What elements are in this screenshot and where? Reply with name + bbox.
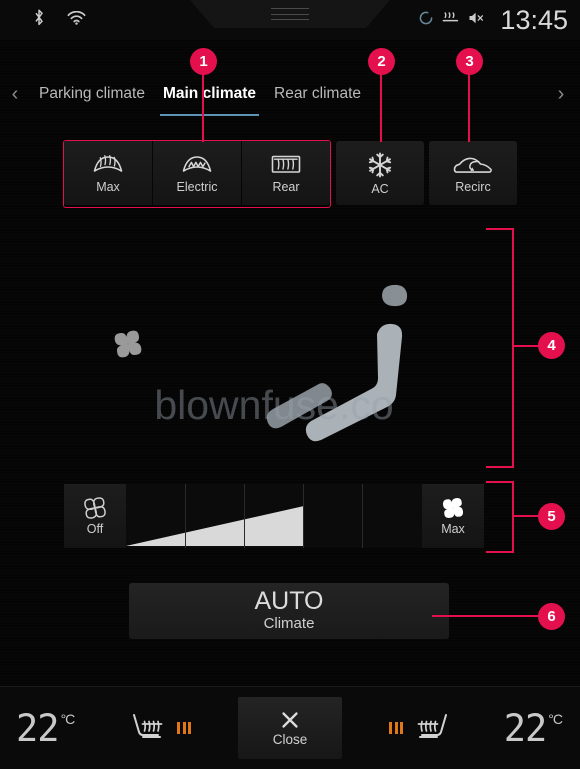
next-tab-arrow[interactable]: › bbox=[546, 84, 576, 104]
callout-3: 3 bbox=[456, 48, 483, 75]
driver-temperature-display[interactable]: 22 °C bbox=[16, 706, 76, 750]
callout-5-leader bbox=[512, 481, 514, 553]
button-label: AC bbox=[371, 181, 389, 196]
callout-5-leader bbox=[486, 551, 514, 553]
temperature-value: 22 bbox=[503, 706, 548, 750]
airflow-visualization[interactable]: blownfuse.co bbox=[64, 228, 484, 468]
passenger-temperature-display[interactable]: 22 °C bbox=[503, 706, 563, 750]
volume-muted-icon bbox=[468, 11, 485, 30]
heated-seat-left-icon bbox=[133, 714, 163, 738]
tab-bar: ‹ Parking climate Main climate Rear clim… bbox=[0, 72, 580, 116]
status-bar: 13:45 bbox=[0, 0, 580, 40]
callout-1: 1 bbox=[190, 48, 217, 75]
fan-segment-divider bbox=[303, 484, 304, 548]
passenger-seat-heater[interactable] bbox=[389, 711, 452, 745]
driver-seat-heater[interactable] bbox=[128, 711, 191, 745]
circle-progress-icon bbox=[419, 11, 433, 30]
airflow-cone bbox=[121, 240, 405, 456]
callout-6-leader bbox=[432, 615, 542, 617]
wifi-icon bbox=[67, 10, 86, 30]
ac-button[interactable]: AC bbox=[336, 141, 424, 205]
snowflake-icon bbox=[368, 152, 392, 177]
callout-4-leader bbox=[486, 228, 514, 230]
recirc-button-group: Recirc bbox=[429, 141, 517, 205]
recirc-button[interactable]: Recirc bbox=[429, 141, 517, 205]
drag-handle-icon[interactable] bbox=[271, 8, 309, 20]
tab-parking-climate[interactable]: Parking climate bbox=[30, 85, 154, 103]
callout-5-leader bbox=[486, 481, 514, 483]
button-label: Recirc bbox=[455, 180, 491, 194]
auto-title: AUTO bbox=[254, 587, 324, 616]
seat-heat-level-bars bbox=[389, 722, 403, 734]
air-recirculation-icon bbox=[453, 157, 492, 173]
fan-level-wedge bbox=[126, 506, 304, 546]
rear-defrost-icon bbox=[442, 11, 459, 30]
callout-1-leader bbox=[202, 64, 204, 142]
bottom-bar: 22 °C Close 22 °C bbox=[0, 686, 580, 769]
seat-heat-level-bars bbox=[177, 722, 191, 734]
auto-climate-button[interactable]: AUTO Climate bbox=[129, 583, 449, 639]
tab-label: Rear climate bbox=[274, 85, 361, 102]
infotainment-screen: 13:45 ‹ Parking climate Main climate Rea… bbox=[0, 0, 580, 769]
callout-5: 5 bbox=[538, 503, 565, 530]
callout-4-leader bbox=[512, 228, 514, 468]
callout-2: 2 bbox=[368, 48, 395, 75]
fan-segment-divider bbox=[185, 484, 186, 548]
heated-seat-right-icon bbox=[417, 714, 447, 738]
auto-subtitle: Climate bbox=[263, 615, 315, 633]
callout-4: 4 bbox=[538, 332, 565, 359]
callout-6: 6 bbox=[538, 603, 565, 630]
temperature-unit: °C bbox=[60, 710, 76, 727]
tab-label: Main climate bbox=[162, 85, 256, 102]
fan-segment-divider bbox=[244, 484, 245, 548]
fan-outline-icon bbox=[84, 497, 106, 519]
tab-label: Parking climate bbox=[39, 85, 145, 102]
clock: 13:45 bbox=[500, 4, 568, 35]
temperature-unit: °C bbox=[548, 710, 563, 727]
fan-off-button[interactable]: Off bbox=[64, 484, 126, 548]
tab-rear-climate[interactable]: Rear climate bbox=[265, 85, 370, 103]
fan-speed-slider[interactable]: Off Max bbox=[64, 484, 484, 548]
fan-level-track[interactable] bbox=[126, 484, 422, 548]
close-x-icon bbox=[282, 711, 298, 728]
status-bar-notch bbox=[190, 0, 390, 28]
close-label: Close bbox=[272, 731, 308, 747]
fan-solid-icon bbox=[442, 497, 464, 519]
ac-button-group: AC bbox=[336, 141, 424, 205]
tab-main-climate[interactable]: Main climate bbox=[154, 85, 265, 116]
bluetooth-icon bbox=[33, 9, 45, 31]
active-tab-underline bbox=[159, 114, 259, 116]
callout-4-leader bbox=[486, 466, 514, 468]
callout-3-leader bbox=[468, 64, 470, 142]
callout-1-outline bbox=[63, 140, 331, 208]
previous-tab-arrow[interactable]: ‹ bbox=[0, 84, 30, 104]
callout-2-leader bbox=[380, 64, 382, 142]
fan-max-label: Max bbox=[441, 522, 465, 536]
fan-off-label: Off bbox=[86, 522, 104, 536]
fan-max-button[interactable]: Max bbox=[422, 484, 484, 548]
fan-segment-divider bbox=[362, 484, 363, 548]
temperature-value: 22 bbox=[16, 706, 60, 750]
close-button[interactable]: Close bbox=[238, 697, 342, 759]
fan-icon bbox=[114, 330, 142, 358]
